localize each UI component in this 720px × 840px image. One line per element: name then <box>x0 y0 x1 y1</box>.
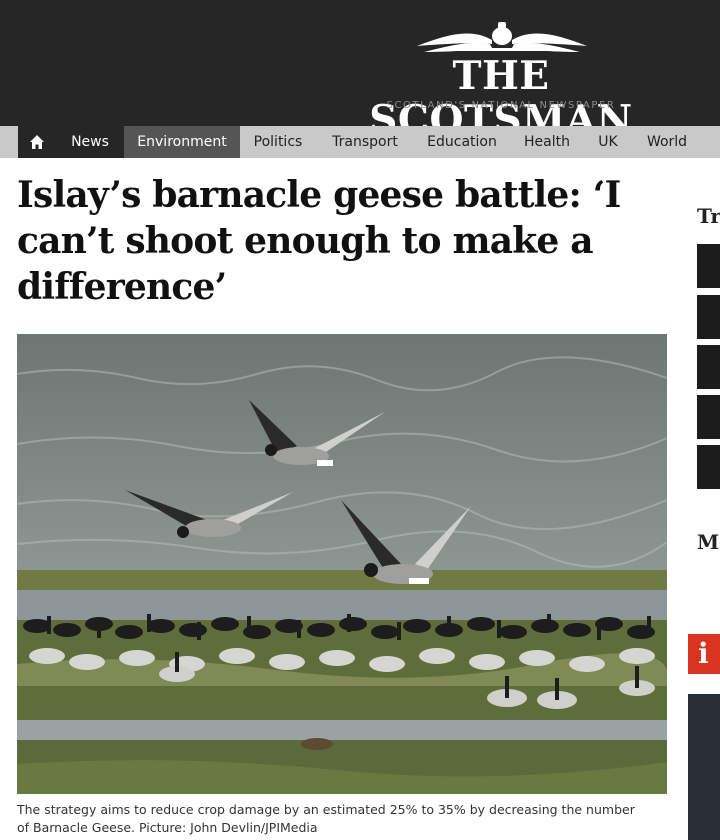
nav-item-politics[interactable]: Politics <box>240 126 316 158</box>
rail-thumbnail[interactable] <box>688 694 720 840</box>
caption-line: The strategy aims to reduce crop damage … <box>17 802 635 817</box>
trending-item[interactable] <box>697 395 720 439</box>
thistle-emblem-icon <box>417 22 587 52</box>
headline-line: Islay’s barnacle geese battle: ‘I <box>17 174 621 216</box>
nav-item-transport[interactable]: Transport <box>316 126 414 158</box>
trending-heading: Tr <box>697 204 720 228</box>
masthead: THE SCOTSMAN SCOTLAND'S NATIONAL NEWSPAP… <box>0 0 720 142</box>
photo-caption: The strategy aims to reduce crop damage … <box>17 801 677 837</box>
article-photo[interactable] <box>17 334 667 794</box>
nav-item-environment[interactable]: Environment <box>124 126 240 158</box>
barnacle-geese-image <box>17 334 667 794</box>
nav-item-education[interactable]: Education <box>414 126 510 158</box>
trending-item[interactable] <box>697 244 720 288</box>
more-heading: Mo <box>697 530 720 554</box>
site-logo[interactable]: THE SCOTSMAN SCOTLAND'S NATIONAL NEWSPAP… <box>328 18 674 142</box>
nav-home-button[interactable] <box>18 126 56 158</box>
nav-item-uk[interactable]: UK <box>584 126 632 158</box>
main-nav: News Environment Politics Transport Educ… <box>0 126 720 158</box>
nav-item-health[interactable]: Health <box>510 126 584 158</box>
trending-item[interactable] <box>697 445 720 489</box>
caption-line: of Barnacle Geese. Picture: John Devlin/… <box>17 820 318 835</box>
trending-item[interactable] <box>697 345 720 389</box>
nav-item-news[interactable]: News <box>56 126 124 158</box>
i-news-badge[interactable]: i <box>688 634 720 674</box>
nav-item-world[interactable]: World <box>632 126 702 158</box>
headline-line: can’t shoot enough to make a <box>17 220 594 262</box>
trending-item[interactable] <box>697 295 720 339</box>
nav-spacer <box>0 126 18 158</box>
brand-tagline: SCOTLAND'S NATIONAL NEWSPAPER <box>386 100 616 111</box>
headline-line: difference’ <box>17 266 227 308</box>
home-icon <box>30 135 44 149</box>
article-headline: Islay’s barnacle geese battle: ‘I can’t … <box>17 172 657 310</box>
